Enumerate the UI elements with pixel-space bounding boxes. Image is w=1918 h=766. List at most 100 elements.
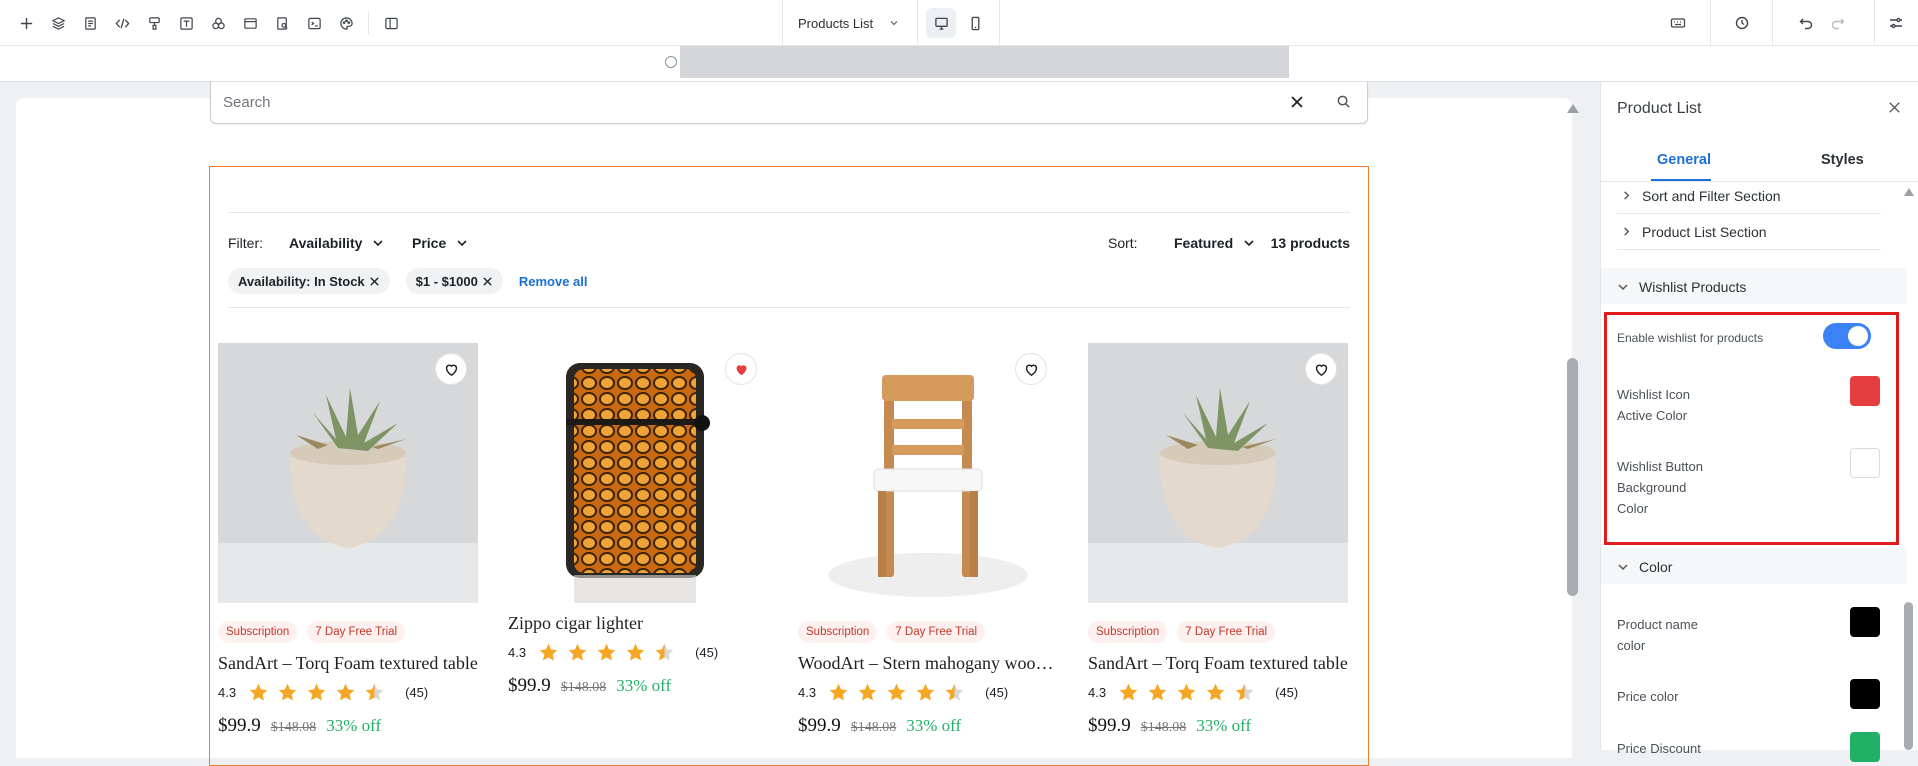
wishlist-button[interactable]	[1015, 353, 1047, 385]
rating-value: 4.3	[218, 685, 237, 700]
product-name-color-swatch[interactable]	[1850, 607, 1880, 637]
product-card[interactable]: Subscription 7 Day Free Trial SandArt – …	[1088, 343, 1348, 737]
search-icon[interactable]	[1336, 94, 1351, 109]
panel-scrollbar-thumb[interactable]	[1904, 602, 1913, 750]
split-view-icon[interactable]	[375, 8, 407, 38]
url-field[interactable]	[680, 46, 1289, 78]
clear-search-icon[interactable]	[1289, 94, 1305, 110]
free-trial-badge: 7 Day Free Trial	[887, 621, 986, 643]
toolbar-left-icons	[10, 8, 407, 38]
status-indicator	[665, 56, 677, 68]
star-full-icon	[916, 683, 935, 701]
layout-icon[interactable]	[234, 8, 266, 38]
desktop-icon[interactable]	[926, 8, 956, 38]
redo-icon[interactable]	[1822, 8, 1854, 38]
heart-outline-icon	[1315, 364, 1327, 376]
panel-title: Product List	[1617, 100, 1702, 117]
wishlist-button[interactable]	[725, 353, 757, 385]
search-bar[interactable]: Search	[210, 82, 1368, 124]
availability-filter-dropdown[interactable]: Availability	[289, 235, 384, 251]
toolbar-divider	[1772, 0, 1773, 46]
product-card[interactable]: Zippo cigar lighter 4.3 (45) $99.9 $148.…	[508, 343, 768, 697]
product-image-succulent-pot[interactable]	[1088, 343, 1348, 603]
star-half-icon	[945, 683, 964, 701]
product-name[interactable]: Zippo cigar lighter	[508, 613, 768, 634]
sort-dropdown[interactable]: Featured	[1174, 235, 1255, 251]
remove-all-link[interactable]: Remove all	[519, 274, 588, 289]
panel-scroll-up-arrow[interactable]	[1904, 188, 1914, 196]
filter-chip-availability[interactable]: Availability: In Stock	[228, 268, 390, 294]
page-selector-label: Products List	[798, 15, 874, 31]
color-group-header[interactable]: Color	[1601, 548, 1907, 584]
product-name[interactable]: SandArt – Torq Foam textured table	[218, 653, 478, 674]
close-icon[interactable]	[369, 276, 380, 287]
search-page-icon[interactable]	[266, 8, 298, 38]
search-input[interactable]: Search	[223, 94, 271, 111]
succulent-pot-illustration	[218, 388, 478, 603]
color-group-label: Color	[1639, 559, 1673, 575]
subscription-badge: Subscription	[798, 621, 878, 643]
product-card[interactable]: Subscription 7 Day Free Trial SandArt – …	[218, 343, 478, 737]
chevron-down-icon	[373, 240, 383, 247]
sort-filter-section-row[interactable]: Sort and Filter Section	[1617, 178, 1881, 214]
price: $99.9	[508, 675, 551, 696]
star-rating	[828, 682, 973, 703]
price-discount-label: Price Discount	[1617, 741, 1701, 756]
history-icon[interactable]	[1726, 8, 1758, 38]
toolbar-settings-group	[1880, 8, 1912, 38]
code-icon[interactable]	[106, 8, 138, 38]
terminal-icon[interactable]	[298, 8, 330, 38]
wishlist-button[interactable]	[435, 353, 467, 385]
close-icon[interactable]	[482, 276, 493, 287]
review-count: (45)	[405, 685, 429, 700]
close-icon[interactable]	[1887, 100, 1902, 115]
canvas-scrollbar-thumb[interactable]	[1567, 358, 1578, 596]
free-trial-badge: 7 Day Free Trial	[307, 621, 406, 643]
product-list-section-row[interactable]: Product List Section	[1617, 214, 1881, 250]
review-count: (45)	[985, 685, 1009, 700]
undo-icon[interactable]	[1790, 8, 1822, 38]
text-icon[interactable]	[170, 8, 202, 38]
tab-styles[interactable]: Styles	[1821, 152, 1864, 168]
product-name[interactable]: SandArt – Torq Foam textured table	[1088, 653, 1348, 674]
product-name[interactable]: WoodArt – Stern mahogany wooden chair	[798, 653, 1058, 674]
star-half-icon	[1235, 683, 1254, 701]
components-icon[interactable]	[202, 8, 234, 38]
wishlist-group-header[interactable]: Wishlist Products	[1601, 268, 1907, 304]
add-icon[interactable]	[10, 8, 42, 38]
wishlist-group-toggle[interactable]: Wishlist Products	[1617, 279, 1746, 295]
price-filter-dropdown[interactable]: Price	[412, 235, 468, 251]
page-selector[interactable]: Products List	[782, 0, 918, 46]
star-full-icon	[1177, 683, 1196, 701]
pages-icon[interactable]	[74, 8, 106, 38]
product-list-block[interactable]: Filter: Availability Price Sort: Feature…	[209, 166, 1369, 766]
mobile-icon[interactable]	[960, 8, 990, 38]
paint-icon[interactable]	[138, 8, 170, 38]
product-badges: Subscription 7 Day Free Trial	[1088, 621, 1348, 643]
wishlist-button[interactable]	[1305, 353, 1337, 385]
layers-icon[interactable]	[42, 8, 74, 38]
product-image-lighter[interactable]	[508, 343, 768, 603]
panel-tabs: General Styles	[1601, 138, 1918, 182]
product-count: 13 products	[1270, 235, 1350, 251]
price-color-swatch[interactable]	[1850, 679, 1880, 709]
keyboard-icon[interactable]	[1662, 8, 1694, 38]
canvas-scroll-up-arrow[interactable]	[1567, 104, 1579, 113]
heart-outline-icon	[445, 364, 457, 376]
star-full-icon	[597, 643, 616, 661]
price: $99.9	[1088, 715, 1131, 736]
filter-chip-price[interactable]: $1 - $1000	[405, 268, 503, 294]
product-image-succulent-pot[interactable]	[218, 343, 478, 603]
product-image-chair[interactable]	[798, 343, 1058, 603]
toolbar-divider	[1874, 0, 1875, 46]
palette-icon[interactable]	[330, 8, 362, 38]
color-group-toggle[interactable]: Color	[1617, 559, 1672, 575]
price-discount-color-swatch[interactable]	[1850, 732, 1880, 762]
settings-sliders-icon[interactable]	[1880, 8, 1912, 38]
tab-general[interactable]: General	[1657, 152, 1711, 168]
sort-filter-section-label: Sort and Filter Section	[1642, 187, 1781, 204]
star-full-icon	[278, 683, 297, 701]
product-card[interactable]: Subscription 7 Day Free Trial WoodArt – …	[798, 343, 1058, 737]
chevron-down-icon	[1618, 284, 1628, 291]
star-full-icon	[249, 683, 268, 701]
